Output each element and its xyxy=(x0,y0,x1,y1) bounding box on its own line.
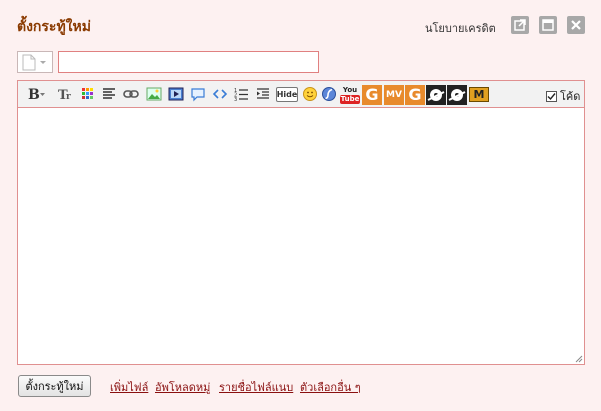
subject-input[interactable] xyxy=(58,51,319,73)
ordered-list-icon: 1 2 3 xyxy=(234,88,248,102)
link-button[interactable] xyxy=(122,85,140,103)
submit-thread-button[interactable]: ตั้งกระทู้ใหม่ xyxy=(18,375,91,397)
align-button[interactable] xyxy=(101,85,117,103)
code-checkbox[interactable] xyxy=(546,90,557,102)
attachment-list-link[interactable]: รายชื่อไฟล์แนบ xyxy=(219,378,293,396)
popout-icon xyxy=(514,19,526,31)
bold-button[interactable]: B xyxy=(26,85,46,103)
close-icon xyxy=(571,20,581,30)
g3-button[interactable] xyxy=(426,84,446,105)
flash-icon xyxy=(322,87,336,101)
smiley-button[interactable] xyxy=(302,85,318,103)
close-button[interactable] xyxy=(567,16,585,34)
mv-logo-icon: MV xyxy=(384,84,404,105)
credit-policy-link[interactable]: นโยบายเครดิต xyxy=(425,19,496,37)
chevron-down-icon xyxy=(40,61,46,64)
editor-toolbar: B T r 1 2 3 Hide You Tube G MV G M โค้ด xyxy=(18,81,584,108)
ordered-list-button[interactable]: 1 2 3 xyxy=(233,85,249,103)
youtube-icon: You Tube xyxy=(339,85,361,104)
checkmark-icon xyxy=(547,92,556,100)
quote-button[interactable] xyxy=(190,85,206,103)
hide-button[interactable]: Hide xyxy=(275,85,299,103)
youtube-button[interactable]: You Tube xyxy=(339,84,361,105)
m-button[interactable]: M xyxy=(469,85,489,103)
mv-button[interactable]: MV xyxy=(384,84,404,105)
font-size-button[interactable]: T r xyxy=(57,85,75,103)
g-logo-icon: G xyxy=(362,84,382,105)
new-thread-window: ตั้งกระทู้ใหม่ นโยบายเครดิต B T r 1 2 3 … xyxy=(0,0,601,411)
svg-text:3: 3 xyxy=(234,97,237,102)
image-button[interactable] xyxy=(146,85,162,103)
color-grid-icon xyxy=(82,88,93,99)
document-icon xyxy=(22,54,46,71)
speech-bubble-icon xyxy=(191,88,205,102)
m-logo-icon: M xyxy=(469,86,489,102)
hide-label: Hide xyxy=(276,86,298,102)
g2-button[interactable]: G xyxy=(405,84,425,105)
flash-button[interactable] xyxy=(321,85,337,103)
maximize-button[interactable] xyxy=(539,16,557,34)
bold-icon: B xyxy=(28,87,45,103)
code-button[interactable] xyxy=(212,85,228,103)
media-button[interactable] xyxy=(168,85,184,103)
add-file-link[interactable]: เพิ่มไฟล์ xyxy=(110,378,148,396)
popout-button[interactable] xyxy=(511,16,529,34)
font-size-icon: T r xyxy=(58,88,71,103)
svg-text:r: r xyxy=(66,92,71,102)
post-editor: B T r 1 2 3 Hide You Tube G MV G M โค้ด xyxy=(17,80,585,365)
batch-upload-link[interactable]: อัพโหลดหมู่ xyxy=(155,378,210,396)
link-icon xyxy=(123,90,139,98)
code-toggle-label: โค้ด xyxy=(560,90,581,103)
video-icon xyxy=(168,87,184,101)
indent-icon xyxy=(257,88,269,99)
indent-button[interactable] xyxy=(255,85,271,103)
g-logo-icon: G xyxy=(405,84,425,105)
smiley-icon xyxy=(303,87,317,101)
g4-button[interactable] xyxy=(447,84,467,105)
message-textarea[interactable] xyxy=(18,108,584,364)
g1-button[interactable]: G xyxy=(362,84,382,105)
image-icon xyxy=(146,87,162,101)
color-button[interactable] xyxy=(80,85,96,103)
code-toggle[interactable]: โค้ด xyxy=(546,87,580,105)
film-reel-icon xyxy=(447,84,467,105)
window-title: ตั้งกระทู้ใหม่ xyxy=(17,19,91,35)
align-icon xyxy=(103,88,115,99)
code-icon xyxy=(212,89,228,99)
thread-type-select[interactable] xyxy=(17,51,53,73)
svg-text:B: B xyxy=(28,87,40,103)
resize-grip-icon[interactable] xyxy=(573,353,583,363)
film-reel-icon xyxy=(426,84,446,105)
more-options-link[interactable]: ตัวเลือกอื่น ๆ xyxy=(300,378,361,396)
maximize-icon xyxy=(542,19,554,31)
